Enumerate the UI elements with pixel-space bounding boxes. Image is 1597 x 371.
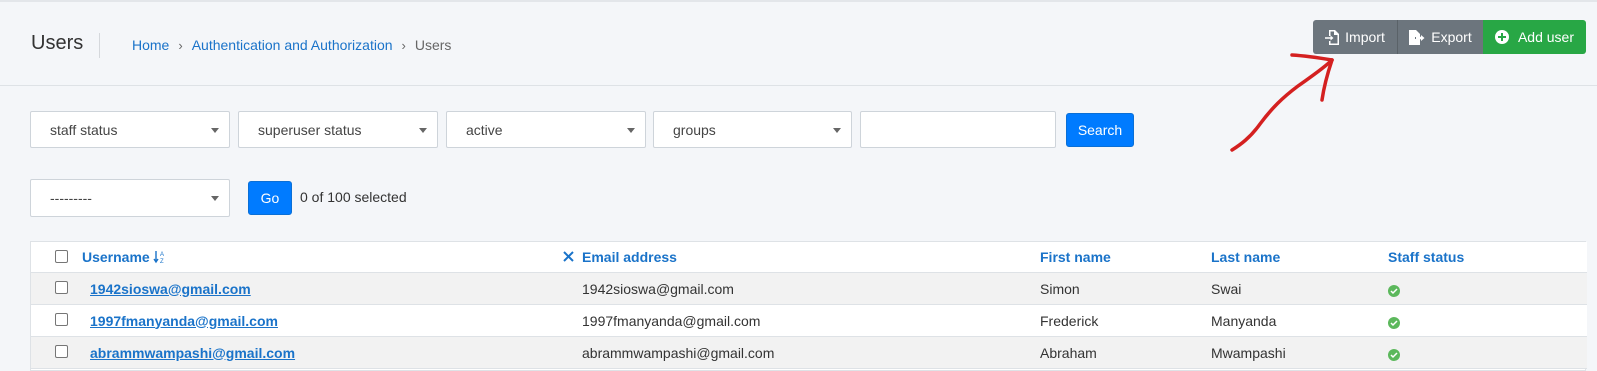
filter-superuser-status[interactable]: superuser status [238,111,438,148]
column-email[interactable]: Email address [582,242,677,272]
close-icon[interactable] [563,251,574,262]
username-link[interactable]: abrammwampashi@gmail.com [90,345,295,361]
chevron-down-icon [211,196,219,201]
title-divider [99,33,100,58]
add-user-button[interactable]: Add user [1483,20,1586,54]
chevron-down-icon [211,128,219,133]
page-header: Users Home › Authentication and Authoriz… [0,2,1597,86]
chevron-down-icon [627,128,635,133]
svg-text:A: A [160,252,164,258]
last-name-cell: Manyanda [1211,312,1277,329]
breadcrumb-separator: › [178,37,183,53]
action-select[interactable]: --------- [30,179,230,217]
column-first-name[interactable]: First name [1040,242,1111,272]
search-button[interactable]: Search [1066,113,1134,147]
filter-groups-value: groups [673,121,716,138]
table-header-row: Username AZ Email address First name Las… [31,242,1587,273]
row-checkbox[interactable] [55,313,68,326]
go-button[interactable]: Go [248,181,292,215]
first-name-cell: Abraham [1040,344,1097,361]
add-user-button-label: Add user [1517,29,1575,45]
row-checkbox[interactable] [55,345,68,358]
table-row: 1942sioswa@gmail.com 1942sioswa@gmail.co… [31,273,1587,305]
sort-alpha-icon: AZ [153,250,167,264]
page-title: Users [31,32,84,54]
file-import-icon [1325,29,1340,45]
file-export-icon [1409,29,1425,45]
email-cell: 1942sioswa@gmail.com [582,280,734,297]
filter-staff-status[interactable]: staff status [30,111,230,148]
filter-active[interactable]: active [446,111,646,148]
chevron-down-icon [419,128,427,133]
check-circle-icon [1388,284,1400,297]
users-table: Username AZ Email address First name Las… [30,241,1587,371]
username-link[interactable]: 1942sioswa@gmail.com [90,281,251,297]
table-row: 1997fmanyanda@gmail.com 1997fmanyanda@gm… [31,305,1587,337]
check-circle-icon [1388,348,1400,361]
username-link[interactable]: 1997fmanyanda@gmail.com [90,313,278,329]
breadcrumb: Home › Authentication and Authorization … [132,37,451,53]
breadcrumb-separator: › [401,37,406,53]
last-name-cell: Mwampashi [1211,344,1286,361]
import-button[interactable]: Import [1313,20,1398,54]
action-select-value: --------- [50,190,92,206]
last-name-cell: Swai [1211,280,1242,297]
column-email-label: Email address [582,249,677,265]
export-button[interactable]: Export [1398,20,1483,54]
breadcrumb-home[interactable]: Home [132,37,169,53]
select-all-checkbox[interactable] [55,250,68,263]
import-button-label: Import [1345,29,1385,45]
column-first-name-label: First name [1040,249,1111,265]
filter-active-value: active [466,121,503,138]
selection-counter: 0 of 100 selected [300,189,407,205]
column-last-name[interactable]: Last name [1211,242,1280,272]
first-name-cell: Simon [1040,280,1080,297]
svg-text:Z: Z [160,259,164,264]
check-circle-icon [1388,316,1400,329]
plus-circle-icon [1494,30,1509,44]
email-cell: abrammwampashi@gmail.com [582,344,775,361]
column-username[interactable]: Username AZ [82,242,167,272]
breadcrumb-auth[interactable]: Authentication and Authorization [192,37,393,53]
filter-groups[interactable]: groups [653,111,852,148]
search-input[interactable] [860,111,1056,148]
breadcrumb-current: Users [414,37,452,53]
export-button-label: Export [1431,29,1472,45]
column-username-label: Username [82,249,150,265]
column-last-name-label: Last name [1211,249,1281,265]
chevron-down-icon [833,128,841,133]
header-button-group: Import Export Add user [1313,20,1586,54]
row-checkbox[interactable] [55,281,68,294]
column-staff-status-label: Staff status [1388,249,1465,265]
filter-staff-status-value: staff status [50,121,118,138]
table-row: abrammwampashi@gmail.com abrammwampashi@… [31,337,1587,369]
email-cell: 1997fmanyanda@gmail.com [582,312,761,329]
filter-superuser-status-value: superuser status [258,121,362,138]
first-name-cell: Frederick [1040,312,1099,329]
column-staff-status[interactable]: Staff status [1388,242,1464,272]
annotation-arrow [1230,53,1334,152]
